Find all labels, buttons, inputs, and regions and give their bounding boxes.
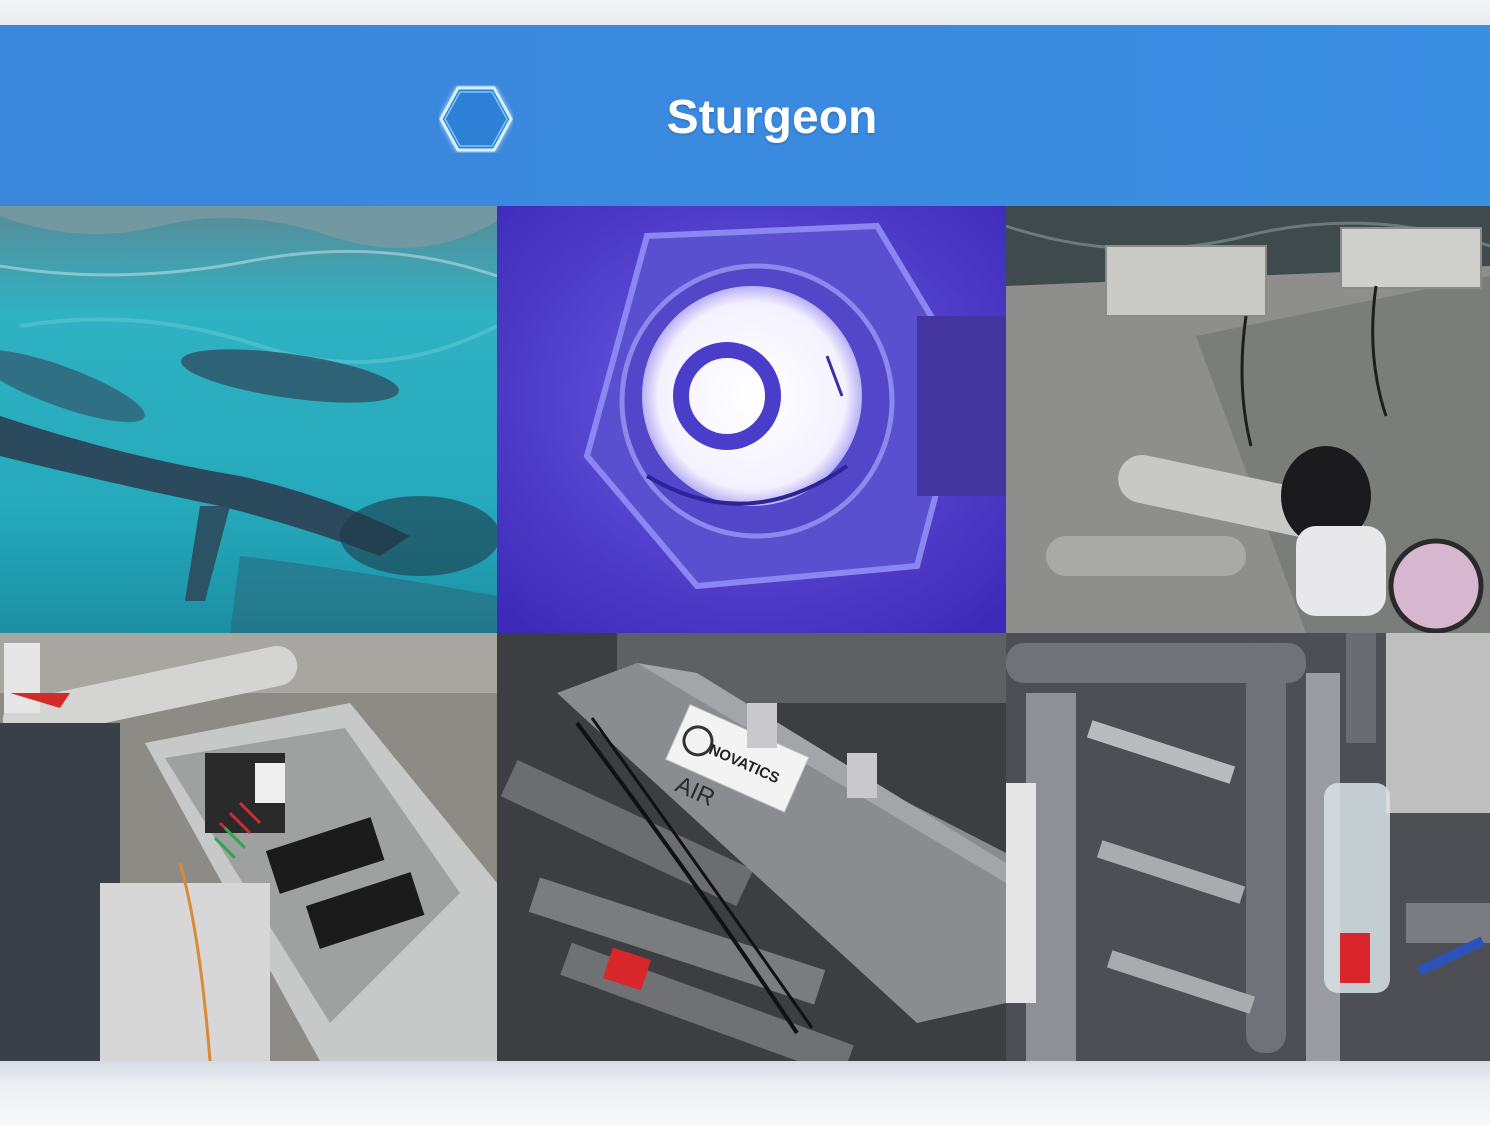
hexagon-icon bbox=[439, 86, 513, 152]
page-title: Sturgeon bbox=[666, 91, 878, 144]
novatics-pipe-photo: NOVATICS AIR bbox=[497, 633, 1006, 1061]
top-strip bbox=[0, 0, 1490, 25]
control-box-photo bbox=[0, 633, 497, 1061]
sturgeon-tank-photo bbox=[0, 206, 497, 633]
technician-tank-photo bbox=[1006, 206, 1490, 633]
photo-grid: NOVATICS AIR bbox=[0, 206, 1490, 1061]
bottom-strip bbox=[0, 1061, 1490, 1125]
uv-lamp-photo bbox=[497, 206, 1006, 633]
pipe-frame-photo bbox=[1006, 633, 1490, 1061]
